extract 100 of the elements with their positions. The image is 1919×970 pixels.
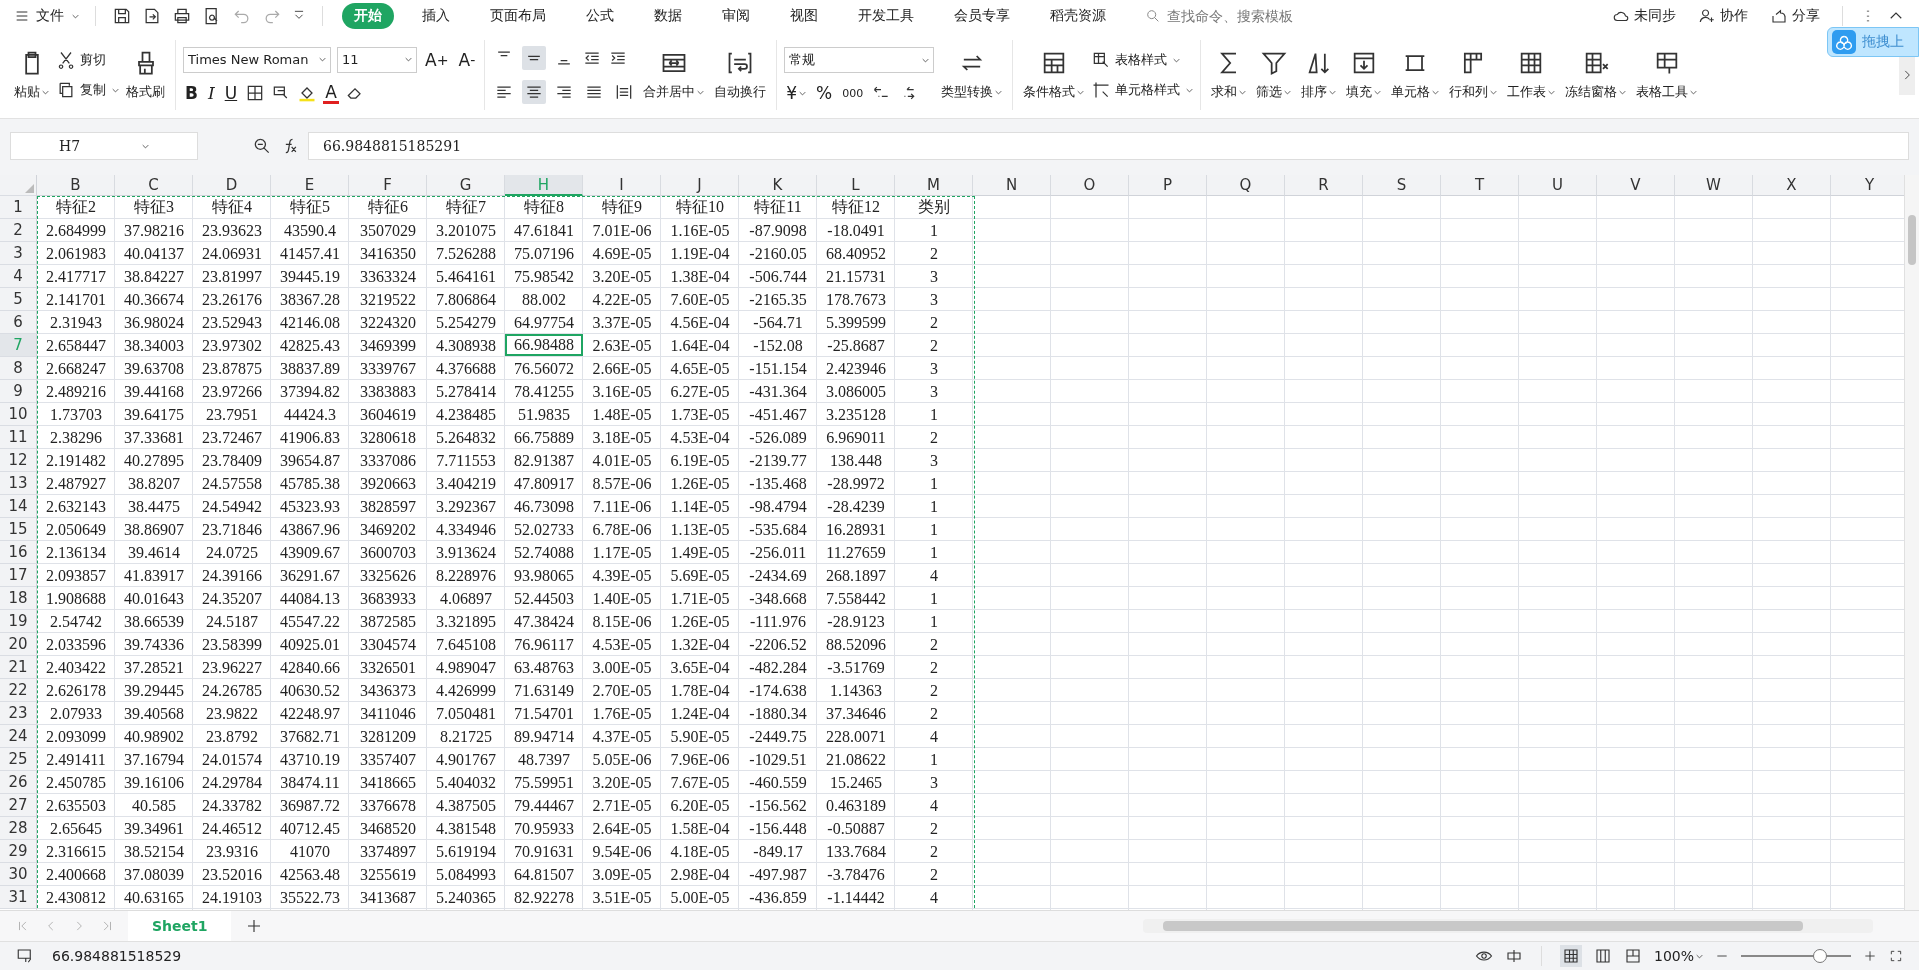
format-painter-button[interactable]: 格式刷 <box>123 47 168 103</box>
formula-field[interactable]: 66.9848815185291 <box>308 132 1909 160</box>
row-header[interactable]: 5 <box>0 288 37 311</box>
font-size-field[interactable]: 11 <box>337 46 417 73</box>
row-header[interactable]: 22 <box>0 679 37 702</box>
ribbon-button[interactable]: 冻结窗格 <box>1562 47 1630 103</box>
row-header[interactable]: 24 <box>0 725 37 748</box>
row-header[interactable]: 3 <box>0 242 37 265</box>
column-header[interactable]: Y <box>1831 175 1904 196</box>
column-header[interactable]: N <box>973 175 1051 196</box>
horizontal-scrollbar[interactable] <box>1143 919 1873 933</box>
underline-button[interactable]: U <box>222 83 240 103</box>
convert-type-button[interactable]: 类型转换 <box>938 47 1006 103</box>
ribbon-button[interactable]: 表格工具 <box>1633 47 1701 103</box>
row-header[interactable]: 9 <box>0 380 37 403</box>
column-header[interactable]: O <box>1051 175 1129 196</box>
ribbon-button[interactable]: 求和 <box>1208 47 1250 103</box>
row-header[interactable]: 6 <box>0 311 37 334</box>
ribbon-button[interactable]: 单元格 <box>1388 47 1443 103</box>
align-middle-icon[interactable] <box>522 46 547 70</box>
row-header[interactable]: 8 <box>0 357 37 380</box>
merge-center-button[interactable]: 合并居中 <box>640 47 708 103</box>
ribbon-button[interactable]: 工作表 <box>1504 47 1559 103</box>
column-header[interactable]: E <box>271 175 349 196</box>
number-format-field[interactable]: 常规 <box>784 47 935 73</box>
row-header[interactable]: 17 <box>0 564 37 587</box>
ribbon-button[interactable]: 筛选 <box>1253 47 1295 103</box>
column-header[interactable]: G <box>427 175 505 196</box>
ribbon-button[interactable]: 排序 <box>1298 47 1340 103</box>
ribbon-tab[interactable]: 插入 <box>410 3 462 29</box>
ribbon-tab[interactable]: 会员专享 <box>942 3 1022 29</box>
sync-button[interactable]: 未同步 <box>1612 7 1676 25</box>
row-header[interactable]: 28 <box>0 817 37 840</box>
input-method-icon[interactable] <box>1504 947 1523 965</box>
column-header[interactable]: K <box>739 175 817 196</box>
slider-thumb[interactable] <box>1813 949 1828 963</box>
macro-icon[interactable] <box>16 947 34 965</box>
row-header[interactable]: 11 <box>0 426 37 449</box>
font-color-button[interactable]: A <box>323 82 339 104</box>
zoom-icon[interactable] <box>252 136 272 156</box>
collaborate-button[interactable]: 协作 <box>1698 7 1748 25</box>
name-box[interactable]: H7 <box>10 132 198 160</box>
column-header[interactable]: P <box>1129 175 1207 196</box>
italic-button[interactable]: I <box>205 83 217 103</box>
row-header[interactable]: 29 <box>0 840 37 863</box>
paste-button[interactable]: 粘贴 <box>11 47 52 103</box>
ribbon-tab[interactable]: 公式 <box>574 3 626 29</box>
page-layout-icon[interactable] <box>1593 947 1612 965</box>
column-header[interactable]: D <box>193 175 271 196</box>
ribbon-button[interactable]: 行和列 <box>1446 47 1501 103</box>
row-header[interactable]: 30 <box>0 863 37 886</box>
wrap-text-button[interactable]: 自动换行 <box>711 47 770 103</box>
ribbon-tab[interactable]: 稻壳资源 <box>1038 3 1118 29</box>
bold-button[interactable]: B <box>183 83 200 103</box>
column-header[interactable]: X <box>1753 175 1831 196</box>
percent-button[interactable]: % <box>814 83 835 103</box>
column-header[interactable]: M <box>895 175 973 196</box>
ribbon-tab[interactable]: 开发工具 <box>846 3 926 29</box>
row-header[interactable]: 2 <box>0 219 37 242</box>
zoom-level[interactable]: 100% <box>1653 948 1703 964</box>
row-header[interactable]: 27 <box>0 794 37 817</box>
row-header[interactable]: 15 <box>0 518 37 541</box>
column-header[interactable]: J <box>661 175 739 196</box>
row-header[interactable]: 20 <box>0 633 37 656</box>
row-header[interactable]: 25 <box>0 748 37 771</box>
table-style-button[interactable]: 表格样式 <box>1091 50 1194 70</box>
row-header[interactable]: 14 <box>0 495 37 518</box>
align-center-icon[interactable] <box>522 80 547 104</box>
column-header[interactable]: B <box>37 175 115 196</box>
column-header[interactable]: Q <box>1207 175 1285 196</box>
currency-button[interactable]: ¥ <box>784 83 809 103</box>
row-header[interactable]: 31 <box>0 886 37 909</box>
file-menu[interactable]: 文件 <box>14 7 79 25</box>
row-header[interactable]: 1 <box>0 196 37 219</box>
cut-button[interactable]: 剪切 <box>56 50 119 70</box>
page-break-icon[interactable] <box>1623 947 1642 965</box>
font-name-field[interactable]: Times New Roman <box>183 46 331 73</box>
save-icon[interactable] <box>112 6 132 26</box>
normal-view-icon[interactable] <box>1559 945 1582 967</box>
ribbon-tab[interactable]: 视图 <box>778 3 830 29</box>
row-header[interactable]: 10 <box>0 403 37 426</box>
thousands-button[interactable]: 000 <box>840 86 866 100</box>
column-header[interactable]: T <box>1441 175 1519 196</box>
row-header[interactable]: 19 <box>0 610 37 633</box>
column-header[interactable]: W <box>1675 175 1753 196</box>
copy-button[interactable]: 复制 <box>56 80 119 100</box>
column-header[interactable]: U <box>1519 175 1597 196</box>
column-header[interactable]: S <box>1363 175 1441 196</box>
row-header[interactable]: 26 <box>0 771 37 794</box>
conditional-format-button[interactable]: 条件格式 <box>1020 47 1088 103</box>
row-header[interactable]: 4 <box>0 265 37 288</box>
search-field[interactable]: 查找命令、搜索模板 <box>1145 7 1339 25</box>
row-header[interactable]: 16 <box>0 541 37 564</box>
cell-style-button[interactable]: 单元格样式 <box>1091 80 1194 100</box>
column-header[interactable]: F <box>349 175 427 196</box>
column-header[interactable]: R <box>1285 175 1363 196</box>
column-header[interactable]: I <box>583 175 661 196</box>
print-icon[interactable] <box>172 6 192 26</box>
ribbon-button[interactable]: 填充 <box>1343 47 1385 103</box>
ribbon-tab[interactable]: 页面布局 <box>478 3 558 29</box>
